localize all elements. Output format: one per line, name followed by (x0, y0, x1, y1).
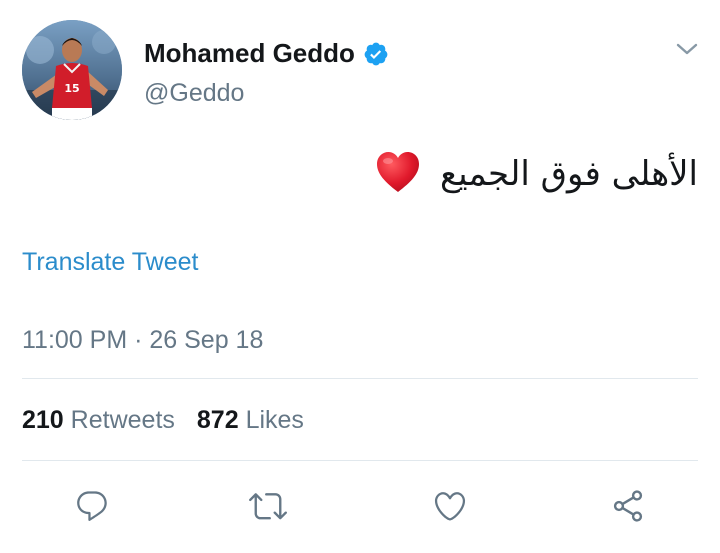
chevron-down-icon[interactable] (674, 36, 700, 62)
tweet-stats: 210 Retweets 872 Likes (22, 404, 304, 436)
verified-badge-icon (363, 41, 389, 67)
retweet-icon (249, 493, 287, 520)
likes-count: 872 (196, 406, 239, 434)
tweet-text: الأهلى فوق الجميع (375, 146, 698, 202)
jersey-number: 15 (64, 82, 79, 95)
divider (22, 378, 698, 379)
divider (22, 460, 698, 461)
avatar[interactable]: 15 (22, 20, 122, 120)
author-name-row: Mohamed Geddo (144, 36, 389, 70)
reply-icon (77, 491, 107, 521)
share-button[interactable] (608, 486, 648, 526)
retweets-count: 210 (22, 406, 64, 434)
author-handle[interactable]: @Geddo (144, 76, 244, 110)
red-heart-emoji-icon (375, 150, 421, 194)
share-icon (613, 490, 643, 522)
tweet-timestamp[interactable]: 11:00 PM · 26 Sep 18 (22, 324, 263, 356)
display-name[interactable]: Mohamed Geddo (144, 36, 355, 70)
translate-tweet-link[interactable]: Translate Tweet (22, 246, 198, 278)
likes-stat[interactable]: 872 Likes (197, 404, 304, 436)
retweets-label: Retweets (70, 406, 175, 434)
likes-label: Likes (245, 406, 304, 434)
retweets-stat[interactable]: 210 Retweets (22, 404, 175, 436)
tweet-header: 15 Mohamed Geddo @Geddo (22, 20, 700, 124)
retweet-button[interactable] (248, 486, 288, 526)
like-icon (434, 492, 466, 521)
tweet-text-content: الأهلى فوق الجميع (440, 154, 698, 194)
reply-button[interactable] (72, 486, 112, 526)
like-button[interactable] (430, 486, 470, 526)
tweet-actions (0, 482, 720, 530)
